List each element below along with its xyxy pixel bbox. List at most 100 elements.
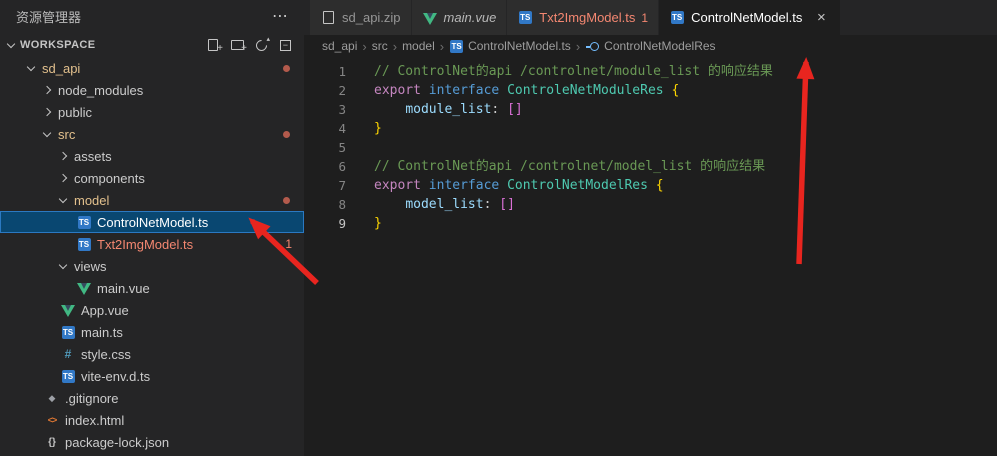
code-text: // ControlNet的api /controlnet/model_list… [358,157,765,176]
tab-main.vue[interactable]: main.vue [412,0,508,35]
tree-item-label: Txt2ImgModel.ts [97,237,193,252]
tree-item-index.html[interactable]: index.html [0,409,304,431]
tree-item-ControlNetModel.ts[interactable]: ControlNetModel.ts [0,211,304,233]
tree-item-label: public [58,105,92,120]
code-text: model_list: [] [358,195,515,214]
tree-item-label: App.vue [81,303,129,318]
workspace-section-label: WORKSPACE [20,39,202,51]
tab-ControlNetModel.ts[interactable]: ControlNetModel.ts × [659,0,841,35]
tree-item-components[interactable]: components [0,167,304,189]
tree-item-model[interactable]: model [0,189,304,211]
code-line[interactable]: 2export interface ControleNetModuleRes { [304,81,997,100]
css-icon [60,346,76,362]
tree-item-.gitignore[interactable]: .gitignore [0,387,304,409]
code-text: } [358,119,382,138]
tree-item-label: node_modules [58,83,143,98]
tree-item-Txt2ImgModel.ts[interactable]: Txt2ImgModel.ts1 [0,233,304,255]
new-folder-icon[interactable] [226,34,248,56]
tree-item-label: model [74,193,109,208]
modified-dot-badge [283,65,290,72]
breadcrumb-item-sd_api[interactable]: sd_api [322,39,357,53]
ts-icon [60,324,76,340]
tree-item-style.css[interactable]: style.css [0,343,304,365]
chevron-separator-icon: › [440,39,444,54]
interface-icon [585,39,600,54]
collapse-all-icon[interactable] [274,34,296,56]
tree-item-label: src [58,127,75,142]
tree-item-label: main.vue [97,281,150,296]
code-line[interactable]: 8 model_list: [] [304,195,997,214]
chevron-separator-icon: › [362,39,366,54]
tree-item-vite-env.d.ts[interactable]: vite-env.d.ts [0,365,304,387]
sidebar-header: 资源管理器 [0,0,304,33]
tree-item-assets[interactable]: assets [0,145,304,167]
tree-item-public[interactable]: public [0,101,304,123]
code-line[interactable]: 9} [304,214,997,233]
tab-label: sd_api.zip [342,10,401,25]
tree-item-label: components [74,171,145,186]
code-line[interactable]: 3 module_list: [] [304,100,997,119]
breadcrumb-item-model[interactable]: model [402,39,435,53]
ts-icon [60,368,76,384]
tree-item-main.ts[interactable]: main.ts [0,321,304,343]
tree-item-label: vite-env.d.ts [81,369,150,384]
breadcrumb-label: model [402,39,435,53]
chevron-down-icon [27,62,35,70]
code-text: export interface ControlNetModelRes { [358,176,664,195]
refresh-icon[interactable] [250,34,272,56]
explorer-sidebar: 资源管理器 WORKSPACE sd_api node_modulespublic… [0,0,304,456]
tree-item-src[interactable]: src [0,123,304,145]
breadcrumb-item-ControlNetModelRes[interactable]: ControlNetModelRes [585,39,715,54]
chevron-down-icon [43,128,51,136]
explorer-actions [202,34,296,56]
code-line[interactable]: 6// ControlNet的api /controlnet/model_lis… [304,157,997,176]
code-line[interactable]: 5 [304,138,997,157]
new-file-icon[interactable] [202,34,224,56]
code-line[interactable]: 4} [304,119,997,138]
tab-label: main.vue [444,10,497,25]
ts-icon [517,10,533,26]
tab-label: ControlNetModel.ts [691,10,802,25]
line-number: 5 [304,138,358,157]
breadcrumb-label: sd_api [322,39,357,53]
tree-item-label: ControlNetModel.ts [97,215,208,230]
line-number: 3 [304,100,358,119]
line-number: 7 [304,176,358,195]
code-line[interactable]: 1// ControlNet的api /controlnet/module_li… [304,62,997,81]
file-tree: sd_api node_modulespublic src assets compone… [0,57,304,453]
breadcrumb-item-ControlNetModel.ts[interactable]: ControlNetModel.ts [449,39,571,54]
ts-icon [76,214,92,230]
zip-icon [320,10,336,26]
chevron-right-icon [43,108,51,116]
tab-sd_api.zip[interactable]: sd_api.zip [310,0,412,35]
breadcrumb-item-src[interactable]: src [372,39,388,53]
tree-item-sd_api[interactable]: sd_api [0,57,304,79]
tree-item-App.vue[interactable]: App.vue [0,299,304,321]
breadcrumb-label: ControlNetModelRes [604,39,715,53]
ts-icon [669,10,685,26]
tree-item-label: style.css [81,347,131,362]
tree-item-main.vue[interactable]: main.vue [0,277,304,299]
close-icon[interactable]: × [812,9,830,27]
breadcrumb-label: src [372,39,388,53]
breadcrumb-label: ControlNetModel.ts [468,39,571,53]
line-number: 2 [304,81,358,100]
tree-item-node_modules[interactable]: node_modules [0,79,304,101]
modified-dot-badge [283,131,290,138]
tab-bar: sd_api.zipmain.vueTxt2ImgModel.ts1Contro… [304,0,997,35]
ts-icon [449,39,464,54]
more-actions-icon[interactable] [268,9,292,25]
tab-Txt2ImgModel.ts[interactable]: Txt2ImgModel.ts1 [507,0,659,35]
line-number: 4 [304,119,358,138]
chevron-right-icon [59,174,67,182]
sidebar-title: 资源管理器 [16,7,268,26]
tree-item-package-lock.json[interactable]: package-lock.json [0,431,304,453]
tree-item-views[interactable]: views [0,255,304,277]
editor[interactable]: 1// ControlNet的api /controlnet/module_li… [304,57,997,233]
workspace-section-header[interactable]: WORKSPACE [0,33,304,57]
tree-item-label: views [74,259,107,274]
code-text [358,138,374,157]
code-line[interactable]: 7export interface ControlNetModelRes { [304,176,997,195]
code-text: // ControlNet的api /controlnet/module_lis… [358,62,773,81]
line-number: 1 [304,62,358,81]
